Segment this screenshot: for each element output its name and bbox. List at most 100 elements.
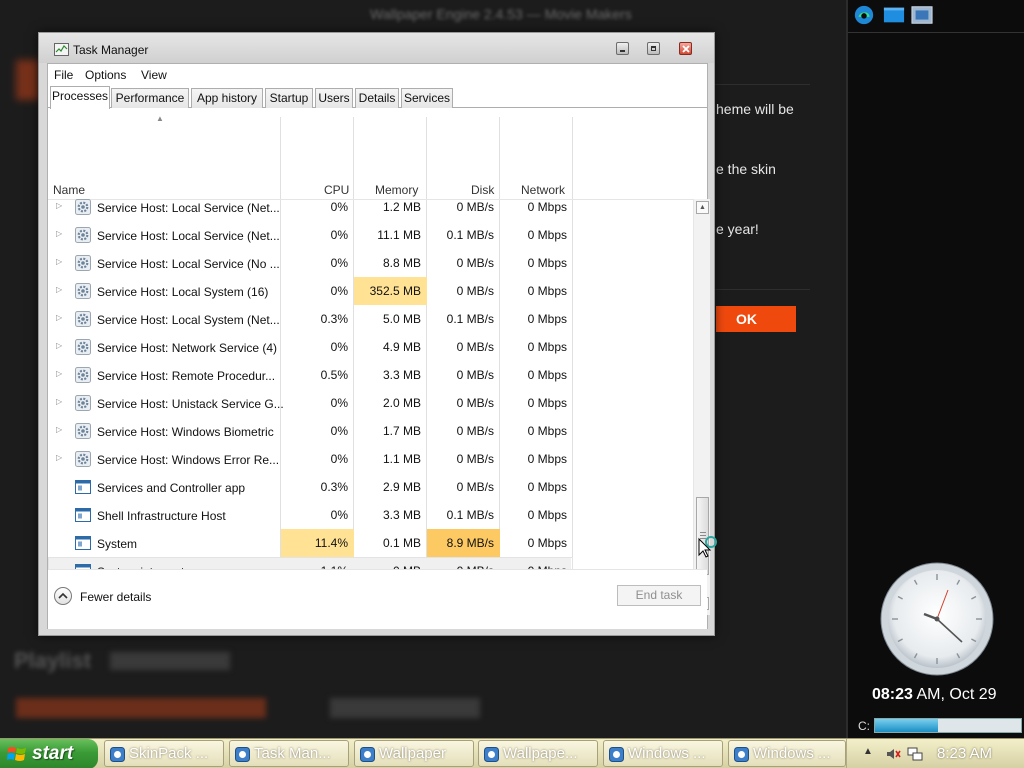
task-manager-footer: Fewer details End task [48,569,707,629]
process-row[interactable]: ▷ Service Host: Local System (Net... 0.3% 5… [48,305,571,333]
process-row[interactable]: Services and Controller app 0.3% 2.9 MB 0 M… [48,473,571,501]
service-gear-icon [75,423,91,439]
taskbar-button[interactable]: SkinPack ... [104,740,224,767]
background-ok-button[interactable]: OK [716,306,796,332]
menu-file[interactable]: File [54,68,73,82]
taskbar-button[interactable]: Wallpaper [354,740,474,767]
expand-chevron-icon[interactable]: ▷ [56,201,62,210]
process-row[interactable]: Shell Infrastructure Host 0% 3.3 MB 0.1 MB/… [48,501,571,529]
process-cpu: 0% [330,200,348,214]
process-cpu: 0.3% [320,312,348,326]
background-app-title: Wallpaper Engine 2.4.53 — Movie Makers [370,6,632,22]
process-network: 0 Mbps [527,284,567,298]
taskbar-button[interactable]: Task Man... [229,740,349,767]
process-list: ▷ Service Host: Local Service (Net... 0% 1.… [48,193,700,609]
process-row[interactable]: ▷ Service Host: Windows Biometric 0% 1.7 MB… [48,417,571,445]
expand-chevron-icon[interactable]: ▷ [56,425,62,434]
process-name: Service Host: Local Service (Net... [97,201,280,215]
chevron-up-icon[interactable] [54,587,72,605]
expand-chevron-icon[interactable]: ▷ [56,285,62,294]
tab-services[interactable]: Services [401,88,453,108]
wallpaper-engine-icon [484,747,499,762]
process-row[interactable]: ▷ Service Host: Network Service (4) 0% 4.9 … [48,333,571,361]
process-row[interactable]: ▷ Service Host: Local Service (No ... 0% 8.… [48,249,571,277]
taskbar-button[interactable]: Windows ... [728,740,846,767]
window-app-icon [75,480,91,494]
process-memory: 4.9 MB [382,340,421,354]
process-cpu: 0% [330,340,348,354]
tab-startup[interactable]: Startup [265,88,313,108]
tab-users[interactable]: Users [315,88,353,108]
process-memory: 8.8 MB [382,256,421,270]
process-row[interactable]: ▷ Service Host: Remote Procedur... 0.5% 3.3… [48,361,571,389]
tab-processes[interactable]: Processes [50,86,110,109]
process-row[interactable]: ▷ Service Host: Windows Error Re... 0% 1.1 … [48,445,571,473]
desktop-icon[interactable] [882,4,906,26]
process-disk: 0.1 MB/s [446,228,494,242]
minimize-button[interactable] [616,42,629,55]
window-app-icon [75,536,91,550]
close-icon [682,45,690,53]
sort-up-icon[interactable]: ▲ [156,114,164,123]
process-name: Service Host: Local Service (Net... [97,229,280,243]
window-switcher-icon[interactable] [910,4,934,26]
tab-performance[interactable]: Performance [111,88,189,108]
system-tray: ▲ 8:23 AM [846,739,1024,768]
windows-users-icon [609,747,624,762]
process-disk: 0.1 MB/s [446,508,494,522]
service-gear-icon [75,283,91,299]
menu-view[interactable]: View [141,68,167,82]
taskbar-button[interactable]: Windows ... [603,740,723,767]
taskbar-clock[interactable]: 8:23 AM [937,745,992,762]
service-gear-icon [75,367,91,383]
process-name: Service Host: Unistack Service G... [97,397,284,411]
maximize-button[interactable] [647,42,660,55]
skinpack-icon [110,747,125,762]
volume-muted-icon[interactable] [885,746,901,762]
service-gear-icon [75,199,91,215]
start-button[interactable]: start [0,739,98,768]
menu-options[interactable]: Options [85,68,126,82]
process-network: 0 Mbps [527,508,567,522]
process-network: 0 Mbps [527,536,567,550]
menu-bar: File Options View [48,64,707,86]
tray-expand-icon[interactable]: ▲ [863,746,873,757]
process-row[interactable]: ▷ Service Host: Local System (16) 0% 352.5 … [48,277,571,305]
sidebar-divider [848,32,1024,33]
expand-chevron-icon[interactable]: ▷ [56,257,62,266]
expand-chevron-icon[interactable]: ▷ [56,313,62,322]
chevron-up-glyph [58,592,68,599]
taskbar-button-label: Task Man... [254,745,331,762]
expand-chevron-icon[interactable]: ▷ [56,369,62,378]
process-grid: ▲ Name CPU Memory Disk Network ▷ Service … [48,109,710,615]
scroll-up-button[interactable]: ▲ [696,201,709,214]
end-task-button[interactable]: End task [617,585,701,606]
fewer-details-link[interactable]: Fewer details [80,590,151,604]
process-row[interactable]: ▷ Service Host: Local Service (Net... 0% 1.… [48,193,571,221]
process-network: 0 Mbps [527,424,567,438]
edge-icon[interactable] [852,4,876,26]
process-network: 0 Mbps [527,256,567,270]
process-network: 0 Mbps [527,312,567,326]
background-dialog-text: e the skin [716,161,776,177]
tab-details[interactable]: Details [355,88,399,108]
taskbar-button-label: Wallpaper [379,745,446,762]
process-network: 0 Mbps [527,480,567,494]
process-cpu: 0% [330,256,348,270]
task-manager-body: File Options View Processes Performance … [47,63,710,629]
process-cpu: 0% [330,452,348,466]
process-memory: 2.0 MB [382,396,421,410]
taskbar-button[interactable]: Wallpape... [478,740,598,767]
process-row[interactable]: ▷ Service Host: Local Service (Net... 0% 11… [48,221,571,249]
tab-app-history[interactable]: App history [191,88,263,108]
network-icon[interactable] [907,746,923,762]
thumb-grip [700,532,706,533]
expand-chevron-icon[interactable]: ▷ [56,341,62,350]
title-bar[interactable]: Task Manager [39,33,714,63]
process-row[interactable]: System 11.4% 0.1 MB 8.9 MB/s 0 Mbps [48,529,571,557]
expand-chevron-icon[interactable]: ▷ [56,229,62,238]
close-button[interactable] [679,42,692,55]
process-row[interactable]: ▷ Service Host: Unistack Service G... 0% 2.… [48,389,571,417]
expand-chevron-icon[interactable]: ▷ [56,397,62,406]
expand-chevron-icon[interactable]: ▷ [56,453,62,462]
